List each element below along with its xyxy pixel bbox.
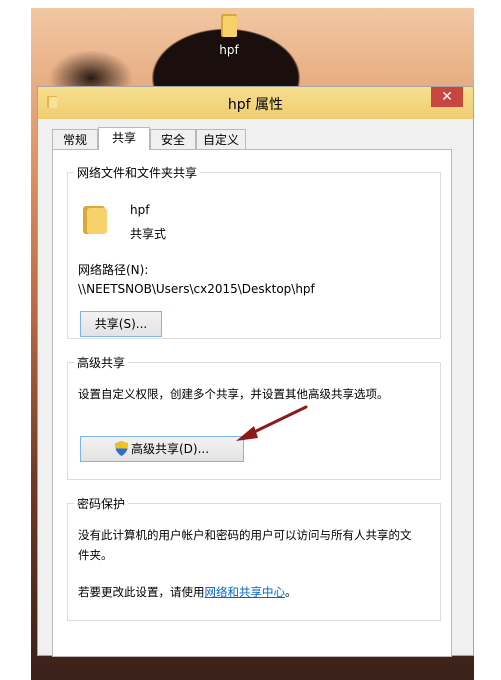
tab-general[interactable]: 常规 (52, 129, 98, 149)
change-setting-text: 若要更改此设置，请使用网络和共享中心。 (78, 584, 297, 600)
shield-icon (114, 441, 128, 456)
folder-icon (83, 206, 107, 234)
tab-sharing-label: 共享 (111, 131, 136, 145)
change-setting-suffix: 。 (285, 585, 297, 599)
tab-customize[interactable]: 自定义 (196, 129, 246, 149)
window-title: hpf 属性 (227, 97, 284, 113)
desktop-folder-label: hpf (219, 43, 239, 57)
advanced-share-legend: 高级共享 (77, 356, 126, 370)
password-description-line1: 没有此计算机的用户帐户和密码的用户可以访问与所有人共享的文 (78, 528, 412, 542)
advanced-share-description: 设置自定义权限，创建多个共享，并设置其他高级共享选项。 (78, 387, 389, 401)
network-path-label: 网络路径(N): (78, 263, 149, 277)
folder-icon (221, 14, 237, 37)
desktop-folder-hpf[interactable]: hpf (209, 12, 249, 57)
folder-name: hpf (130, 203, 150, 217)
change-setting-prefix: 若要更改此设置，请使用 (78, 585, 205, 599)
close-button[interactable]: ✕ (431, 87, 463, 107)
share-button[interactable]: 共享(S)... (80, 311, 162, 337)
tab-security[interactable]: 安全 (150, 129, 196, 149)
tab-general-label: 常规 (62, 133, 87, 147)
share-button-label: 共享(S)... (94, 317, 148, 331)
advanced-share-button[interactable]: 高级共享(D)... (80, 436, 244, 462)
password-protection-legend: 密码保护 (77, 497, 126, 511)
password-protection-group: 密码保护 没有此计算机的用户帐户和密码的用户可以访问与所有人共享的文 件夹。 若… (67, 495, 441, 621)
share-status: 共享式 (130, 227, 167, 241)
network-path-value: \\NEETSNOB\Users\cx2015\Desktop\hpf (78, 282, 315, 296)
advanced-share-button-label: 高级共享(D)... (130, 442, 210, 456)
tab-security-label: 安全 (160, 133, 185, 147)
tab-sharing[interactable]: 共享 (98, 127, 150, 150)
annotation-arrow-icon (236, 405, 308, 441)
network-share-group: 网络文件和文件夹共享 hpf 共享式 网络路径(N): \\NEETSNOB\U… (67, 164, 441, 339)
network-sharing-center-link[interactable]: 网络和共享中心 (205, 585, 286, 599)
sharing-panel: 网络文件和文件夹共享 hpf 共享式 网络路径(N): \\NEETSNOB\U… (52, 149, 452, 657)
network-share-legend: 网络文件和文件夹共享 (77, 166, 198, 180)
tab-customize-label: 自定义 (202, 133, 239, 147)
password-description-line2: 件夹。 (78, 548, 113, 562)
close-icon: ✕ (441, 89, 453, 105)
title-bar[interactable]: hpf 属性 ✕ (38, 87, 473, 119)
properties-window: hpf 属性 ✕ 常规 共享 安全 自定义 网络文件和文件夹共享 hpf 共享式 (37, 86, 474, 657)
